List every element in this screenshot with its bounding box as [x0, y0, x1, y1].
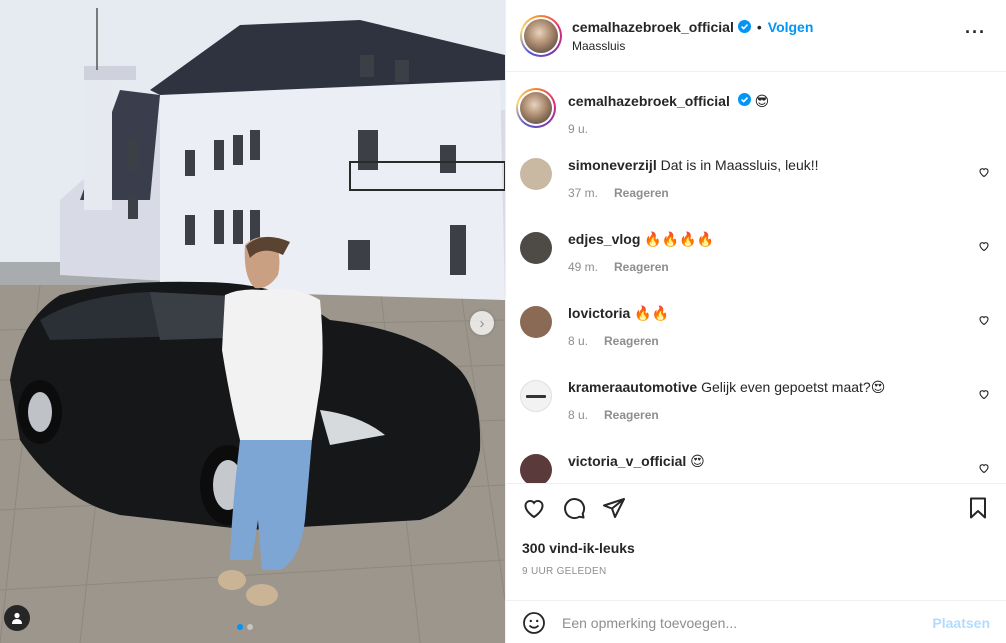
comment-avatar[interactable] — [520, 306, 552, 338]
share-paper-plane-icon[interactable] — [602, 496, 626, 520]
add-comment-bar: Plaatsen — [506, 600, 1006, 643]
comment-text: 😍 — [690, 453, 705, 469]
tagged-users-button[interactable] — [4, 605, 30, 631]
post-header: cemalhazebroek_official • Volgen Maasslu… — [506, 0, 1006, 72]
post-comment-button[interactable]: Plaatsen — [932, 615, 990, 631]
post-side-panel: cemalhazebroek_official • Volgen Maasslu… — [505, 0, 1006, 643]
next-photo-button[interactable]: › — [470, 311, 494, 335]
like-comment-heart-icon[interactable] — [978, 240, 990, 252]
photo-scene — [0, 0, 505, 643]
comment-username[interactable]: victoria_v_official — [568, 453, 686, 469]
profile-avatar[interactable] — [520, 14, 562, 57]
like-comment-heart-icon[interactable] — [978, 462, 990, 474]
follow-button[interactable]: Volgen — [768, 19, 814, 35]
verified-badge-icon — [737, 20, 751, 33]
reply-button[interactable]: Reageren — [604, 408, 659, 422]
header-username[interactable]: cemalhazebroek_official — [572, 19, 734, 35]
avatar-image — [520, 92, 552, 124]
post-actions: 300 vind-ik-leuks 9 UUR GELEDEN Plaatsen — [506, 483, 1006, 643]
avatar-image — [524, 18, 558, 53]
comment-time[interactable]: 37 m. — [568, 186, 598, 200]
comment-text: Dat is in Maassluis, leuk!! — [660, 157, 819, 173]
comment-avatar[interactable] — [520, 232, 552, 264]
caption: cemalhazebroek_official 😎 9 u. — [516, 88, 992, 136]
caption-text-line: cemalhazebroek_official 😎 — [568, 92, 769, 110]
comment-username[interactable]: simoneverzijl — [568, 157, 657, 173]
comment-time[interactable]: 8 u. — [568, 408, 588, 422]
carousel-dot — [247, 624, 253, 630]
post-timestamp[interactable]: 9 UUR GELEDEN — [522, 566, 606, 577]
save-bookmark-icon[interactable] — [966, 496, 990, 520]
comment-item: edjes_vlog 🔥🔥🔥🔥 49 m. Reageren — [520, 230, 992, 304]
verified-badge-icon — [737, 93, 751, 106]
comment-username[interactable]: edjes_vlog — [568, 231, 640, 247]
emoji-picker-icon[interactable] — [522, 611, 546, 635]
caption-time: 9 u. — [568, 122, 589, 136]
comment-text: 🔥🔥🔥🔥 — [644, 231, 714, 247]
like-comment-heart-icon[interactable] — [978, 166, 990, 178]
comment-bubble-icon[interactable] — [562, 496, 586, 520]
instagram-post: › cemalhazebroek_official • Volgen Maass… — [0, 0, 1006, 643]
reply-button[interactable]: Reageren — [604, 334, 659, 348]
header-separator: • — [756, 18, 762, 35]
chevron-right-icon: › — [479, 314, 485, 332]
comment-avatar[interactable] — [520, 454, 552, 483]
user-icon — [12, 612, 22, 624]
comments-list[interactable]: cemalhazebroek_official 😎 9 u. simonever… — [506, 72, 1006, 483]
like-comment-heart-icon[interactable] — [978, 314, 990, 326]
caption-username[interactable]: cemalhazebroek_official — [568, 93, 730, 109]
comment-avatar[interactable] — [520, 380, 552, 412]
comment-item: victoria_v_official 😍 — [520, 452, 992, 483]
comment-input[interactable] — [562, 614, 933, 631]
comment-item: simoneverzijl Dat is in Maassluis, leuk!… — [520, 156, 992, 230]
location-link[interactable]: Maassluis — [572, 39, 813, 53]
comment-item: krameraautomotive Gelijk even gepoetst m… — [520, 378, 992, 452]
reply-button[interactable]: Reageren — [614, 186, 669, 200]
likes-count[interactable]: 300 vind-ik-leuks — [522, 540, 635, 556]
comment-item: lovictoria 🔥🔥 8 u. Reageren — [520, 304, 992, 378]
caption-text: 😎 — [754, 93, 770, 109]
post-photo[interactable]: › — [0, 0, 505, 643]
comment-text: Gelijk even gepoetst maat?😍 — [701, 379, 886, 395]
comment-username[interactable]: krameraautomotive — [568, 379, 697, 395]
carousel-indicator — [237, 624, 253, 630]
comment-time[interactable]: 8 u. — [568, 334, 588, 348]
comment-text: 🔥🔥 — [634, 305, 670, 321]
comment-username[interactable]: lovictoria — [568, 305, 630, 321]
like-comment-heart-icon[interactable] — [978, 388, 990, 400]
like-heart-icon[interactable] — [522, 496, 546, 520]
caption-avatar[interactable] — [516, 88, 556, 128]
more-options-icon[interactable]: ··· — [965, 23, 986, 41]
logo-mark — [526, 394, 546, 398]
reply-button[interactable]: Reageren — [614, 260, 669, 274]
carousel-dot — [237, 624, 243, 630]
comment-avatar[interactable] — [520, 158, 552, 190]
comment-time[interactable]: 49 m. — [568, 260, 598, 274]
